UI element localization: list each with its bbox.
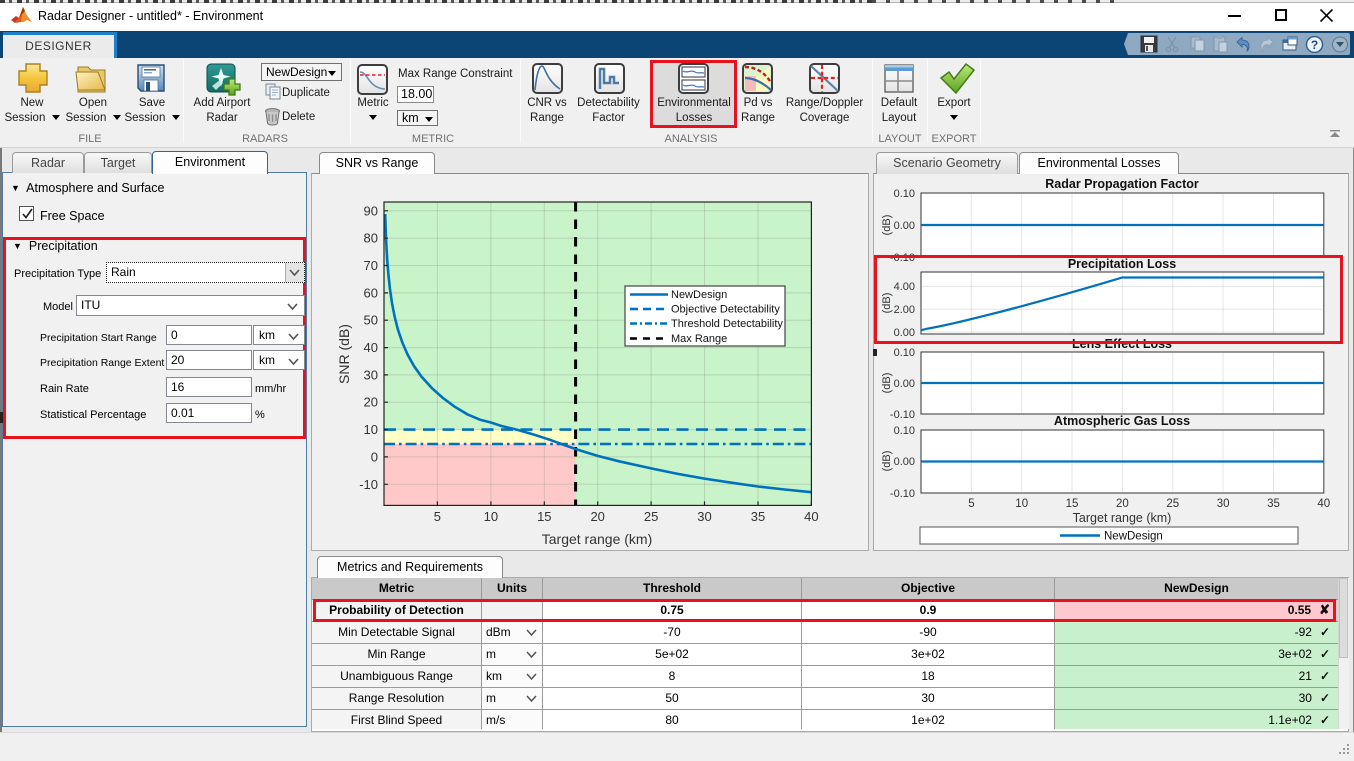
svg-text:35: 35 (751, 509, 765, 524)
svg-text:Target range (km): Target range (km) (542, 531, 652, 547)
svg-text:(dB): (dB) (881, 293, 893, 314)
svg-text:Radar Propagation Factor: Radar Propagation Factor (1045, 177, 1199, 191)
svg-text:0.10: 0.10 (894, 425, 915, 437)
svg-text:Atmospheric Gas Loss: Atmospheric Gas Loss (1054, 414, 1190, 428)
svg-text:NewDesign: NewDesign (671, 289, 727, 301)
svg-text:15: 15 (537, 509, 551, 524)
svg-text:(dB): (dB) (881, 451, 893, 472)
svg-text:5: 5 (434, 509, 441, 524)
svg-text:-0.10: -0.10 (890, 409, 915, 421)
svg-text:-10: -10 (359, 477, 378, 492)
svg-text:40: 40 (364, 340, 378, 355)
svg-text:5: 5 (968, 498, 974, 510)
svg-text:30: 30 (697, 509, 711, 524)
svg-text:Threshold Detectability: Threshold Detectability (671, 318, 783, 330)
svg-text:0.10: 0.10 (894, 347, 915, 359)
svg-text:25: 25 (1166, 498, 1179, 510)
svg-text:10: 10 (1015, 498, 1028, 510)
svg-text:SNR (dB): SNR (dB) (336, 324, 352, 384)
svg-text:0.10: 0.10 (894, 188, 915, 200)
svg-text:?: ? (1311, 38, 1318, 52)
svg-text:80: 80 (364, 231, 378, 246)
svg-text:0: 0 (371, 449, 378, 464)
svg-text:10: 10 (364, 422, 378, 437)
svg-text:0.00: 0.00 (894, 378, 915, 390)
svg-text:Precipitation Loss: Precipitation Loss (1068, 257, 1176, 271)
svg-text:2.00: 2.00 (894, 304, 915, 316)
svg-text:-0.10: -0.10 (890, 488, 915, 500)
svg-text:4.00: 4.00 (894, 281, 915, 293)
svg-text:30: 30 (364, 367, 378, 382)
svg-text:15: 15 (1066, 498, 1079, 510)
svg-text:30: 30 (1217, 498, 1230, 510)
svg-text:20: 20 (590, 509, 604, 524)
svg-text:20: 20 (1116, 498, 1129, 510)
svg-text:0.00: 0.00 (894, 220, 915, 232)
svg-text:90: 90 (364, 203, 378, 218)
svg-text:10: 10 (484, 509, 498, 524)
svg-text:35: 35 (1267, 498, 1280, 510)
svg-text:(dB): (dB) (881, 373, 893, 394)
svg-text:20: 20 (364, 395, 378, 410)
svg-text:(dB): (dB) (881, 215, 893, 236)
svg-text:0.00: 0.00 (894, 327, 915, 339)
svg-text:0.00: 0.00 (894, 456, 915, 468)
svg-text:Objective Detectability: Objective Detectability (671, 304, 780, 316)
svg-text:40: 40 (804, 509, 818, 524)
svg-text:50: 50 (364, 313, 378, 328)
svg-text:25: 25 (644, 509, 658, 524)
svg-text:70: 70 (364, 258, 378, 273)
svg-text:Max Range: Max Range (671, 333, 727, 345)
svg-text:40: 40 (1317, 498, 1330, 510)
svg-text:60: 60 (364, 285, 378, 300)
svg-text:NewDesign: NewDesign (1104, 531, 1163, 543)
svg-text:Target range (km): Target range (km) (1073, 511, 1172, 525)
